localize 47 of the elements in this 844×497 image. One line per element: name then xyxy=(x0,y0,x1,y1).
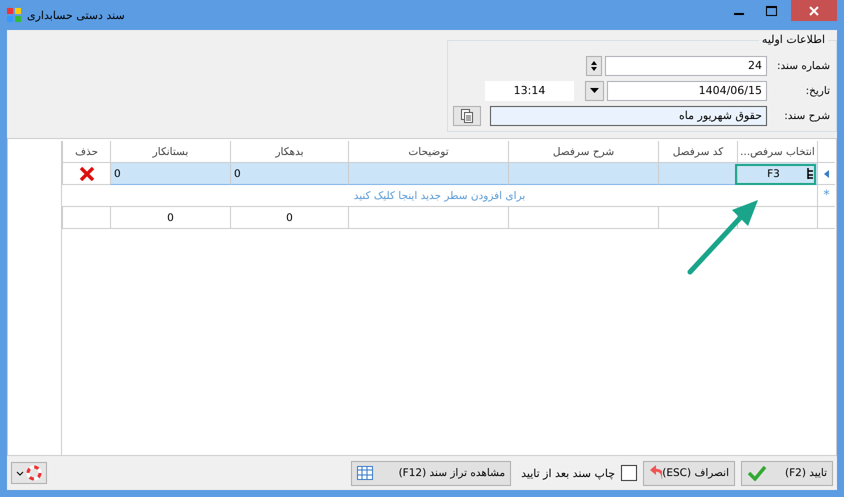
caret-icon xyxy=(590,88,599,93)
column-header[interactable]: توضیحات xyxy=(348,141,508,163)
spinner-arrows-icon xyxy=(590,60,598,72)
tree-icon xyxy=(806,168,814,179)
app-icon xyxy=(7,8,21,22)
checkbox[interactable] xyxy=(621,465,637,481)
table-icon xyxy=(357,466,374,480)
new-row-marker: * xyxy=(817,185,835,207)
date-field[interactable]: 1404/06/15 xyxy=(607,80,767,100)
caret-icon xyxy=(16,470,24,476)
table-cell: 0 xyxy=(110,163,230,185)
time-field[interactable]: 13:14 xyxy=(485,80,574,100)
delete-button[interactable] xyxy=(62,163,110,185)
window-title: سند دستی حسابداری xyxy=(27,8,126,22)
input-field[interactable]: حقوق شهریور ماه xyxy=(490,106,767,126)
delete-icon xyxy=(78,166,94,180)
spinner-button[interactable] xyxy=(586,56,602,76)
current-row-icon xyxy=(824,170,829,178)
dropdown-button[interactable] xyxy=(585,80,604,100)
field-label: شرح سند: xyxy=(783,110,830,122)
column-header[interactable]: حذف xyxy=(62,141,110,163)
cancel-button[interactable]: انصراف (ESC) xyxy=(643,460,735,486)
copy-icon xyxy=(461,108,473,122)
close-icon xyxy=(809,6,819,16)
checkbox-label: چاپ سند بعد از تایید xyxy=(521,466,615,480)
column-header[interactable]: کد سرفصل xyxy=(658,141,737,163)
total-cell: 0 xyxy=(110,207,230,229)
copy-button[interactable] xyxy=(453,106,481,126)
table-cell: 0 xyxy=(230,163,348,185)
checkmark-icon xyxy=(747,465,767,481)
lifebuoy-icon xyxy=(26,465,42,481)
close-button[interactable] xyxy=(791,0,837,21)
balance-button[interactable]: مشاهده تراز سند (F12) xyxy=(351,460,512,486)
total-cell: 0 xyxy=(230,207,348,229)
field-label: شماره سند: xyxy=(776,60,830,72)
confirm-button[interactable]: تایید (F2) xyxy=(741,460,833,486)
group-title: اطلاعات اولیه xyxy=(758,33,828,46)
minimize-icon xyxy=(734,13,744,15)
input-field[interactable]: 24 xyxy=(605,56,767,76)
field-label: تاریخ: xyxy=(804,84,830,96)
undo-arrow-icon xyxy=(649,465,662,481)
column-header[interactable]: بدهکار xyxy=(230,141,348,163)
column-header[interactable]: انتخاب سرفص... xyxy=(737,141,817,163)
column-header[interactable]: بستانکار xyxy=(110,141,230,163)
help-dropdown[interactable] xyxy=(11,462,47,484)
column-header[interactable]: شرح سرفصل xyxy=(508,141,658,163)
maximize-icon xyxy=(766,6,777,16)
